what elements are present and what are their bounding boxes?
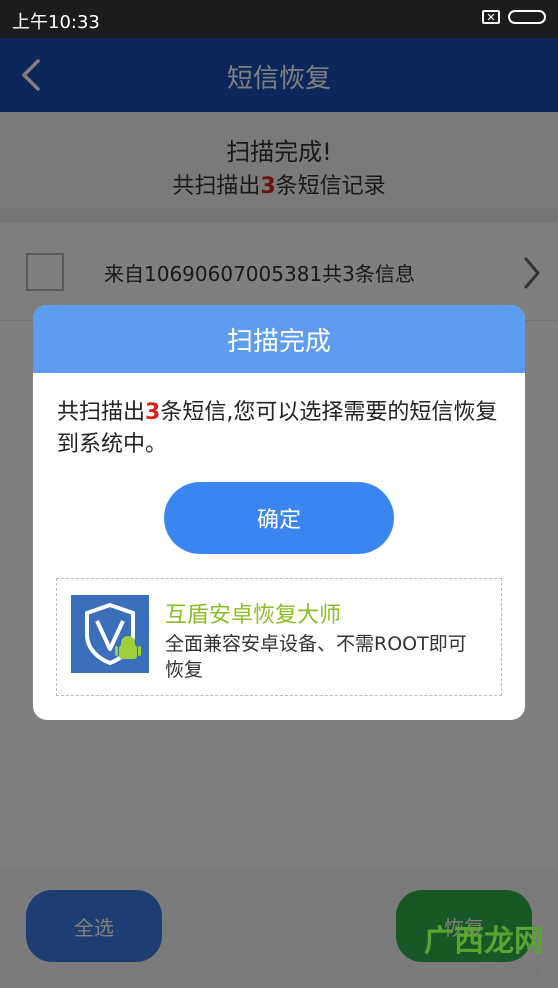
scan-complete-dialog: 扫描完成 共扫描出3条短信,您可以选择需要的短信恢复到系统中。 确定 互盾安卓恢… [33, 305, 525, 720]
ok-button[interactable]: 确定 [164, 482, 394, 554]
promo-banner[interactable]: 互盾安卓恢复大师 全面兼容安卓设备、不需ROOT即可恢复 [56, 578, 502, 696]
status-bar: 上午10:33 ✕ [0, 0, 558, 38]
dialog-message-prefix: 共扫描出 [57, 400, 146, 425]
dialog-title: 扫描完成 [33, 305, 525, 373]
status-time: 上午10:33 [12, 12, 100, 33]
watermark: 广西龙网 百度旗下品牌 [418, 908, 548, 978]
sim-off-icon: ✕ [482, 10, 500, 24]
promo-title: 互盾安卓恢复大师 [165, 603, 342, 628]
promo-description: 全面兼容安卓设备、不需ROOT即可恢复 [165, 633, 467, 681]
dialog-message-count: 3 [145, 400, 161, 425]
shield-android-icon [71, 595, 149, 673]
battery-icon [508, 10, 546, 24]
watermark-text: 广西龙网 [424, 924, 544, 959]
status-icons: ✕ [482, 10, 546, 24]
dialog-message: 共扫描出3条短信,您可以选择需要的短信恢复到系统中。 [57, 397, 507, 461]
watermark-subtext: 百度旗下品牌 [480, 967, 540, 978]
